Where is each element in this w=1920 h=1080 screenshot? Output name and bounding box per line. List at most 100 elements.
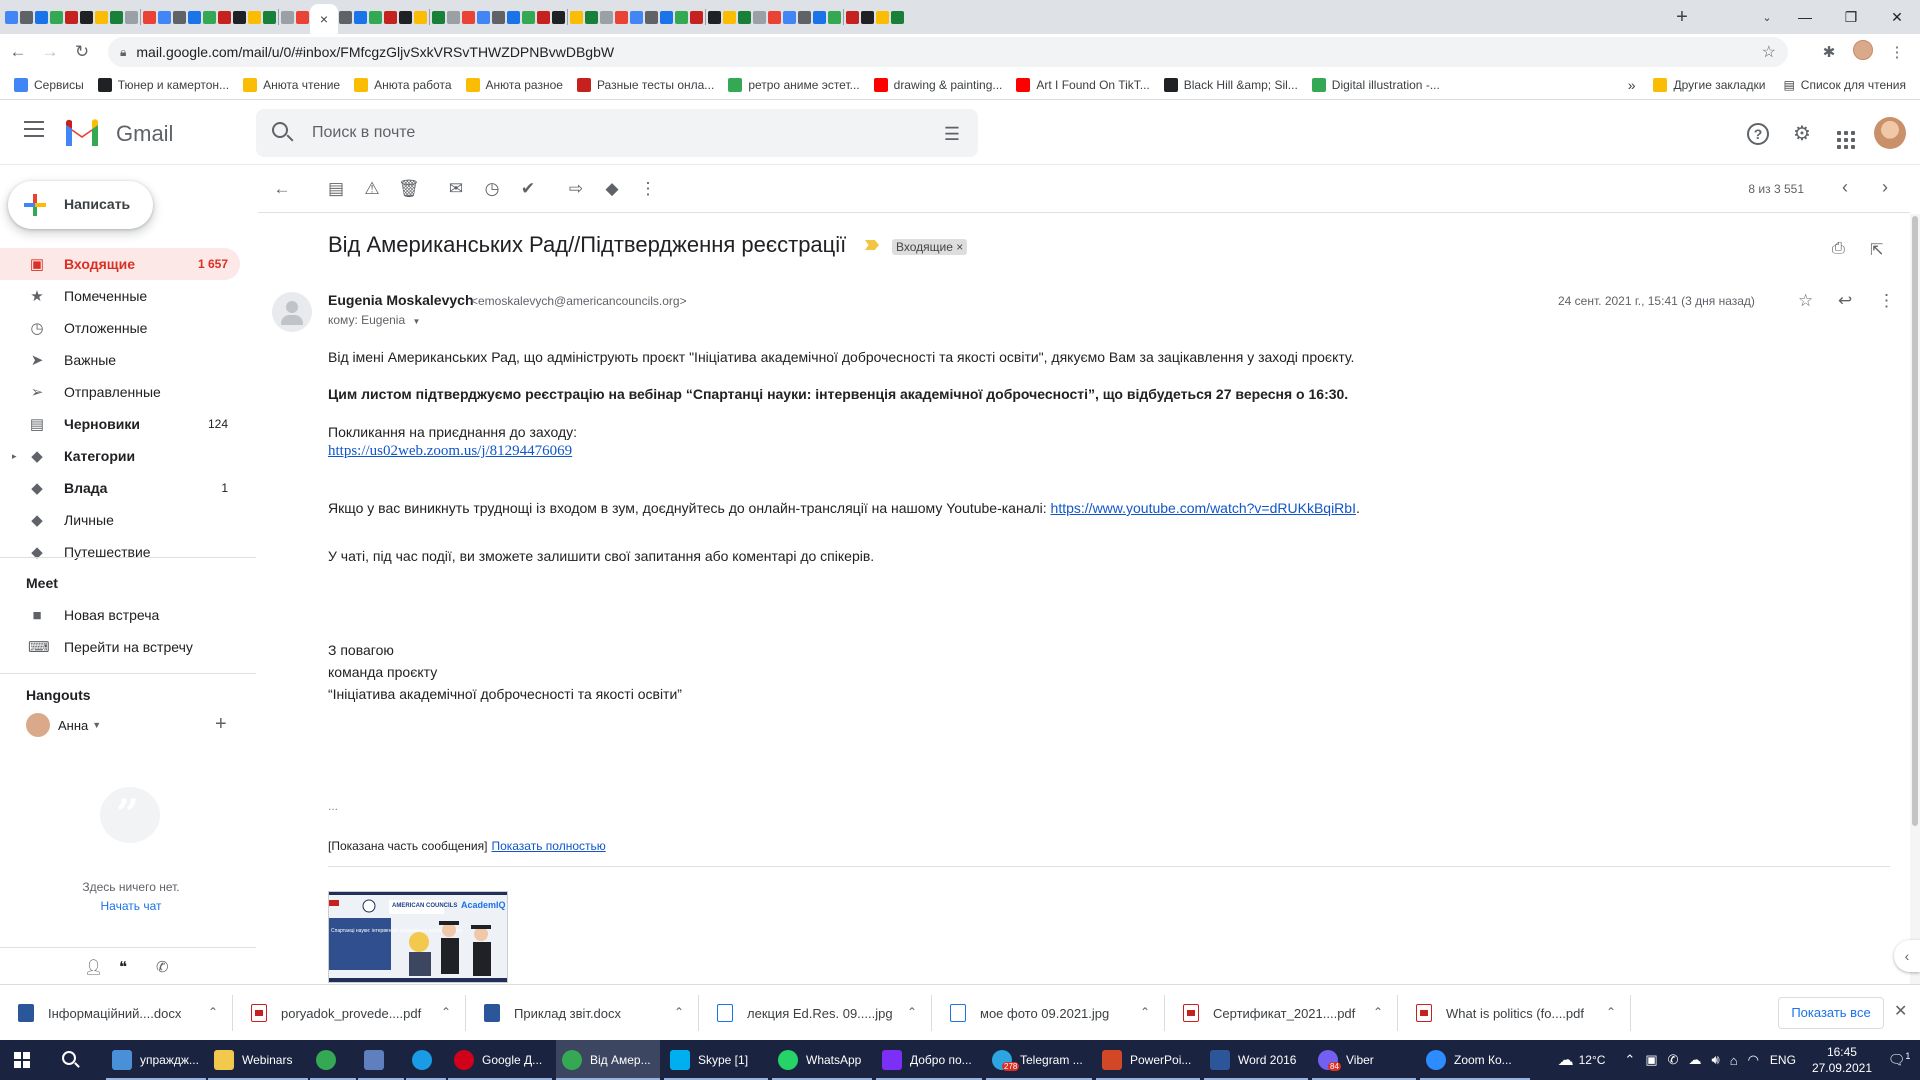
tab-favicon[interactable] <box>813 10 826 24</box>
reading-list[interactable]: Список для чтения <box>1801 78 1906 92</box>
taskbar-clock[interactable]: 16:45 27.09.2021 <box>1812 1044 1872 1076</box>
tab-favicon[interactable] <box>492 10 505 24</box>
tab-favicon[interactable] <box>462 10 475 24</box>
attachment-thumbnail[interactable]: AMERICAN COUNCILS AcademIQ Спартанці нау… <box>328 891 508 983</box>
input-language[interactable]: ENG <box>1770 1053 1796 1067</box>
bookmark-item[interactable]: Art I Found On TikT... <box>1016 77 1150 92</box>
tab-favicon[interactable] <box>783 10 796 24</box>
taskbar-app[interactable]: PowerPoi... <box>1096 1040 1200 1080</box>
tab-favicon[interactable] <box>570 10 583 24</box>
sidebar-item[interactable]: ➤ Важные <box>0 344 240 376</box>
download-item[interactable]: Інформаційний....docx <box>18 995 181 1031</box>
tab-favicon[interactable] <box>65 10 78 24</box>
tab-favicon[interactable] <box>35 10 48 24</box>
sidebar-item[interactable]: ▣ Входящие 1 657 <box>0 248 240 280</box>
report-spam-icon[interactable]: ⚠ <box>362 179 382 199</box>
bookmark-star-icon[interactable]: ☆ <box>1762 42 1776 62</box>
join-meeting-item[interactable]: ⌨ Перейти на встречу <box>0 631 240 663</box>
viber-tray-icon[interactable]: ✆ <box>1668 1052 1679 1068</box>
bookmark-item[interactable]: Тюнер и камертон... <box>97 77 229 92</box>
tab-favicon[interactable] <box>281 10 294 24</box>
taskbar-app[interactable]: упраждж... <box>106 1040 206 1080</box>
tab-favicon[interactable] <box>158 10 171 24</box>
sender-name[interactable]: Eugenia Moskalevych <box>328 292 474 308</box>
bookmark-item[interactable]: Сервисы <box>14 77 84 92</box>
zoom-link[interactable]: https://us02web.zoom.us/j/81294476069 <box>328 443 572 459</box>
taskbar-app[interactable]: Добро по... <box>876 1040 982 1080</box>
tab-favicon[interactable] <box>537 10 550 24</box>
download-options-chevron-icon[interactable]: ⌃ <box>674 1005 684 1019</box>
lock-icon[interactable]: 🔒︎ <box>120 45 126 60</box>
youtube-link[interactable]: https://www.youtube.com/watch?v=dRUKkBqi… <box>1051 500 1356 516</box>
taskbar-app[interactable] <box>358 1040 404 1080</box>
tab-favicon[interactable] <box>861 10 874 24</box>
tab-favicon[interactable] <box>414 10 427 24</box>
taskbar-app[interactable]: Viber 84 <box>1312 1040 1416 1080</box>
taskbar-app[interactable]: Telegram ... 278 <box>986 1040 1092 1080</box>
details-caret-icon[interactable]: ▼ <box>413 317 421 326</box>
profile-avatar[interactable] <box>1846 40 1880 64</box>
weather-cloud-icon[interactable]: ☁ <box>1558 1050 1574 1070</box>
tab-favicon[interactable] <box>5 10 18 24</box>
tab-favicon[interactable] <box>522 10 535 24</box>
older-chevron-icon[interactable]: › <box>1882 177 1888 198</box>
search-icon[interactable] <box>272 122 288 138</box>
open-new-window-icon[interactable]: ⇱ <box>1870 240 1883 260</box>
hangouts-icon[interactable]: ❝ <box>119 958 127 976</box>
delete-icon[interactable]: 🗑︎ <box>398 179 420 199</box>
other-bookmarks[interactable]: Другие закладки <box>1673 78 1765 92</box>
person-icon[interactable]: 👤︎ <box>84 958 103 976</box>
tab-favicon[interactable] <box>354 10 367 24</box>
reload-icon[interactable]: ↻ <box>68 42 96 62</box>
volume-icon[interactable]: 🔊︎ <box>1712 1052 1720 1068</box>
apps-grid-icon[interactable] <box>1824 118 1868 149</box>
onedrive-icon[interactable]: ☁ <box>1689 1052 1702 1068</box>
labels-icon[interactable]: ◆ <box>602 179 622 199</box>
tab-favicon[interactable] <box>846 10 859 24</box>
tab-favicon[interactable] <box>95 10 108 24</box>
wifi-icon[interactable]: ◠ <box>1748 1052 1759 1068</box>
phone-icon[interactable]: ✆ <box>156 958 169 976</box>
download-options-chevron-icon[interactable]: ⌃ <box>1606 1005 1616 1019</box>
tab-favicon[interactable] <box>798 10 811 24</box>
tab-favicon[interactable] <box>708 10 721 24</box>
tab-favicon[interactable] <box>690 10 703 24</box>
tab-favicon[interactable] <box>477 10 490 24</box>
network-icon[interactable]: ⌂ <box>1730 1053 1738 1068</box>
weather-temp[interactable]: 12°C <box>1579 1053 1606 1067</box>
taskbar-app[interactable]: Zoom Ко... <box>1420 1040 1530 1080</box>
tab-favicon[interactable] <box>233 10 246 24</box>
download-item[interactable]: Приклад звіт.docx <box>484 995 621 1031</box>
tab-favicon[interactable] <box>384 10 397 24</box>
newer-chevron-icon[interactable]: ‹ <box>1842 177 1848 198</box>
bookmark-item[interactable]: Анюта работа <box>354 77 452 92</box>
tab-favicon[interactable] <box>675 10 688 24</box>
tab-favicon[interactable] <box>339 10 352 24</box>
side-panel-toggle-icon[interactable]: ‹ <box>1894 940 1920 972</box>
tab-favicon[interactable] <box>432 10 445 24</box>
tab-search-icon[interactable]: ⌄ <box>1752 11 1782 24</box>
tab-favicon[interactable] <box>630 10 643 24</box>
sidebar-item[interactable]: ➢ Отправленные <box>0 376 240 408</box>
download-options-chevron-icon[interactable]: ⌃ <box>1373 1005 1383 1019</box>
recipient-line[interactable]: кому: Eugenia ▼ <box>328 313 420 327</box>
show-all-downloads-button[interactable]: Показать все <box>1778 997 1884 1029</box>
taskbar-app[interactable]: Google Д... <box>448 1040 552 1080</box>
minimize-icon[interactable]: — <box>1782 9 1828 25</box>
close-download-shelf-icon[interactable]: ✕ <box>1894 1001 1907 1021</box>
chrome-menu-icon[interactable]: ⋮ <box>1880 43 1914 61</box>
bookmark-item[interactable]: Black Hill &amp; Sil... <box>1163 77 1298 92</box>
tab-favicon[interactable] <box>828 10 841 24</box>
bookmark-item[interactable]: Разные тесты онла... <box>576 77 714 92</box>
new-tab-button[interactable]: + <box>1667 6 1697 29</box>
tab-favicon[interactable] <box>585 10 598 24</box>
tab-favicon[interactable] <box>738 10 751 24</box>
download-options-chevron-icon[interactable]: ⌃ <box>1140 1005 1150 1019</box>
address-bar[interactable]: 🔒︎ mail.google.com/mail/u/0/#inbox/FMfcg… <box>108 37 1788 67</box>
account-avatar[interactable] <box>1874 117 1906 149</box>
tab-favicon[interactable] <box>188 10 201 24</box>
download-options-chevron-icon[interactable]: ⌃ <box>907 1005 917 1019</box>
move-to-icon[interactable]: ⇨ <box>566 179 586 199</box>
tab-favicon[interactable] <box>173 10 186 24</box>
add-contact-icon[interactable]: + <box>215 713 227 736</box>
